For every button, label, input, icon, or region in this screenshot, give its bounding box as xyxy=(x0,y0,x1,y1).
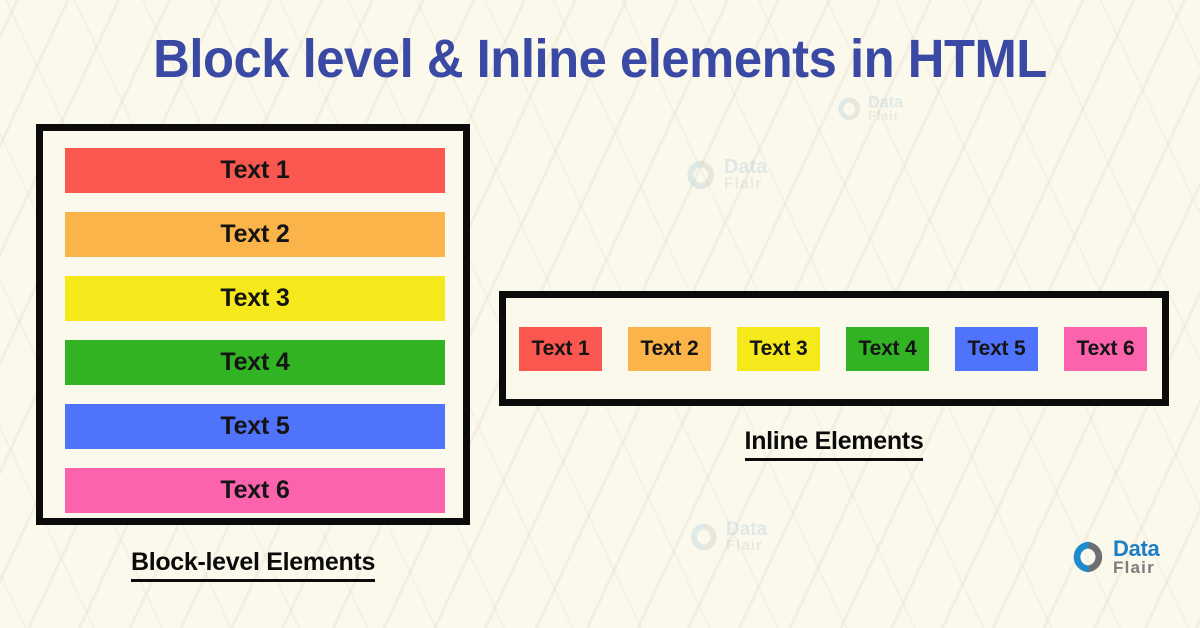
watermark-secondary-text: Flair xyxy=(868,108,900,124)
inline-element-chip: Text 3 xyxy=(737,326,820,371)
watermark-logo-text: DataFlair xyxy=(868,93,904,124)
dataflair-logo-icon xyxy=(1068,538,1106,576)
watermark-primary-text: Data xyxy=(723,155,768,178)
block-level-bar-label: Text 2 xyxy=(220,220,290,248)
inline-elements-panel: Text 1 Text 2 Text 3 Text 4 Text 5 Text 6 xyxy=(499,291,1169,406)
block-level-bar: Text 4 xyxy=(65,340,445,385)
inline-element-chip: Text 4 xyxy=(846,326,929,371)
inline-element-chip: Text 5 xyxy=(955,326,1038,371)
dataflair-logo-text: Data Flair xyxy=(1113,538,1160,576)
watermark-logo-icon xyxy=(686,520,720,554)
watermark-logo-text: DataFlair xyxy=(726,518,768,554)
inline-element-chip-label: Text 5 xyxy=(967,336,1026,360)
block-level-bar-label: Text 6 xyxy=(220,476,290,504)
watermark-primary-text: Data xyxy=(868,93,904,112)
inline-element-chip-label: Text 2 xyxy=(640,336,699,360)
background-watermark: DataFlair xyxy=(834,93,904,124)
inline-element-chip-label: Text 6 xyxy=(1076,336,1135,360)
watermark-logo-icon xyxy=(834,95,863,124)
inline-element-chip-label: Text 4 xyxy=(858,336,917,360)
block-level-bar: Text 1 xyxy=(65,148,445,193)
block-level-list: Text 1 Text 2 Text 3 Text 4 Text 5 Text 6 xyxy=(65,148,445,513)
watermark-logo-text: DataFlair xyxy=(723,155,768,193)
block-level-bar: Text 5 xyxy=(65,404,445,449)
dataflair-logo: Data Flair xyxy=(1068,538,1160,576)
watermark-primary-text: Data xyxy=(726,518,768,540)
block-level-bar: Text 3 xyxy=(65,276,445,321)
logo-primary-text: Data xyxy=(1113,536,1160,561)
block-level-caption: Block-level Elements xyxy=(36,548,470,582)
block-level-bar-label: Text 3 xyxy=(220,284,290,312)
inline-element-chip: Text 6 xyxy=(1064,326,1147,371)
watermark-secondary-text: Flair xyxy=(723,174,763,193)
watermark-logo-icon xyxy=(682,157,718,193)
logo-secondary-text: Flair xyxy=(1113,557,1155,577)
page-title: Block level & Inline elements in HTML xyxy=(153,29,1047,89)
block-level-bar: Text 2 xyxy=(65,212,445,257)
infographic-canvas: DataFlairDataFlairDataFlairDataFlairData… xyxy=(0,0,1200,628)
watermark-secondary-text: Flair xyxy=(726,536,763,554)
background-watermark: DataFlair xyxy=(686,520,767,554)
inline-element-chip-label: Text 1 xyxy=(531,336,590,360)
inline-elements-caption-text: Inline Elements xyxy=(744,427,924,461)
inline-element-chip: Text 1 xyxy=(519,326,602,371)
block-level-bar-label: Text 4 xyxy=(220,348,290,376)
inline-elements-caption: Inline Elements xyxy=(499,427,1169,461)
block-level-bar: Text 6 xyxy=(65,468,445,513)
block-level-bar-label: Text 5 xyxy=(220,412,290,440)
block-level-panel: Text 1 Text 2 Text 3 Text 4 Text 5 Text 6 xyxy=(36,124,470,525)
block-level-caption-text: Block-level Elements xyxy=(130,548,375,582)
block-level-bar-label: Text 1 xyxy=(220,156,290,184)
inline-element-chip-label: Text 3 xyxy=(749,336,808,360)
background-watermark: DataFlair xyxy=(682,157,767,193)
inline-element-chip: Text 2 xyxy=(628,326,711,371)
